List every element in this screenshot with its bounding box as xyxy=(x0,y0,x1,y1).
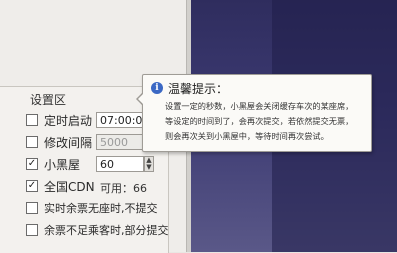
realtime-row: 实时余票无座时,不提交 xyxy=(26,199,158,217)
timer-start-row: 定时启动 xyxy=(26,111,92,129)
cdn-label: 全国CDN xyxy=(44,179,95,194)
tip-tooltip: i 温馨提示： 设置一定的秒数，小黑屋会关闭缓存车次的某座席， 等设定的时间到了… xyxy=(142,74,372,152)
timer-start-time-input[interactable]: 07:00:01 xyxy=(96,112,149,128)
realtime-label: 实时余票无座时,不提交 xyxy=(44,202,158,215)
interval-input[interactable]: 5000 xyxy=(96,134,146,150)
blackhouse-label: 小黑屋 xyxy=(44,157,81,172)
tooltip-line: 设置一定的秒数，小黑屋会关闭缓存车次的某座席， xyxy=(165,101,354,111)
modify-interval-row: 修改间隔 xyxy=(26,133,92,151)
tooltip-title: 温馨提示： xyxy=(168,82,229,96)
tooltip-line: 等设定的时间到了，会再次提交，若依然提交无票， xyxy=(165,116,354,126)
spinner-down-icon[interactable]: ▼ xyxy=(145,164,153,171)
timer-start-checkbox[interactable] xyxy=(26,114,38,126)
partial-submit-label: 余票不足乘客时,部分提交 xyxy=(44,224,169,237)
cdn-available-count: 可用：66 xyxy=(100,182,147,195)
timer-start-label: 定时启动 xyxy=(44,113,93,128)
tooltip-pointer-fill xyxy=(138,93,144,105)
cdn-row: ✓ 全国CDN xyxy=(26,177,95,195)
tooltip-line: 则会再次关到小黑屋中，等待时间再次尝试。 xyxy=(165,131,329,141)
blackhouse-row: ✓ 小黑屋 xyxy=(26,155,80,173)
blackhouse-spinner[interactable]: ▲ ▼ xyxy=(144,156,154,172)
panel-title: 设置区 xyxy=(30,93,67,107)
blackhouse-seconds-input[interactable]: 60 xyxy=(96,156,144,172)
partial-submit-row: 余票不足乘客时,部分提交 xyxy=(26,221,169,239)
info-icon: i xyxy=(151,82,163,94)
cdn-checkbox[interactable]: ✓ xyxy=(26,180,38,192)
blackhouse-checkbox[interactable]: ✓ xyxy=(26,158,38,170)
realtime-checkbox[interactable] xyxy=(26,202,38,214)
modify-interval-checkbox[interactable] xyxy=(26,136,38,148)
modify-interval-label: 修改间隔 xyxy=(44,135,93,150)
partial-submit-checkbox[interactable] xyxy=(26,224,38,236)
